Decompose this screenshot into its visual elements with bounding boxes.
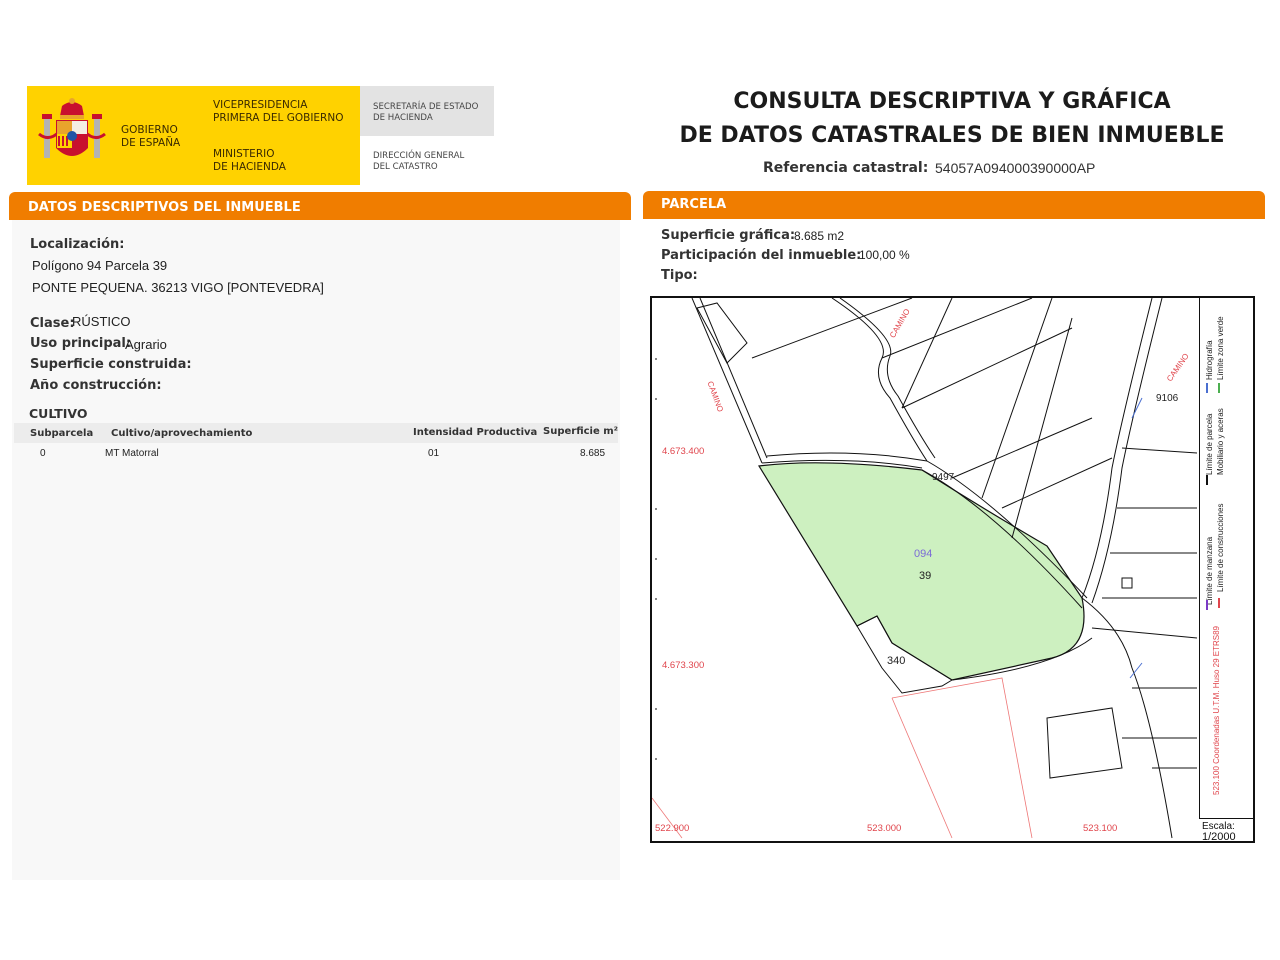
hydrography-lines <box>1129 397 1143 679</box>
vice-line-1: VICEPRESIDENCIA <box>213 99 308 111</box>
document-title-line-1: CONSULTA DESCRIPTIVA Y GRÁFICA <box>733 89 1171 114</box>
parcel-340-label: 340 <box>887 655 906 667</box>
min-line-1: MINISTERIO <box>213 148 275 160</box>
left-panel-title: DATOS DESCRIPTIVOS DEL INMUEBLE <box>28 200 301 215</box>
localizacion-label: Localización: <box>30 237 125 252</box>
vicepresidencia-label: VICEPRESIDENCIA PRIMERA DEL GOBIERNO <box>213 99 343 125</box>
gobierno-line-2: DE ESPAÑA <box>121 137 181 149</box>
parcel-9106-label: 9106 <box>1156 393 1179 404</box>
superficie-grafica-value: 8.685 m2 <box>794 229 845 243</box>
vice-line-2: PRIMERA DEL GOBIERNO <box>213 112 344 124</box>
construction-lines <box>652 677 1033 839</box>
poligono-label: 094 <box>914 548 933 560</box>
anio-construccion-label: Año construcción: <box>30 378 162 393</box>
clase-label: Clase: <box>30 316 75 331</box>
parcela-number-label: 39 <box>919 570 932 582</box>
superficie-construida-label: Superficie construida: <box>30 357 192 372</box>
secretaria-label: SECRETARÍA DE ESTADO DE HACIENDA <box>373 102 478 124</box>
dg-line-2: DEL CATASTRO <box>373 162 438 172</box>
localizacion-line-2: PONTE PEQUENA. 36213 VIGO [PONTEVEDRA] <box>32 280 324 295</box>
parcel-9497-label: 9497 <box>932 472 955 483</box>
ref-catastral-label: Referencia catastral: <box>763 160 929 176</box>
legend-swatches <box>1206 383 1220 610</box>
cell-cultivo: MT Matorral <box>105 448 159 459</box>
ref-catastral-value: 54057A094000390000AP <box>935 160 1096 176</box>
table-row: 0 MT Matorral 01 8.685 <box>14 443 618 463</box>
escala-value: 1/2000 <box>1202 831 1236 843</box>
tipo-label: Tipo: <box>661 268 698 283</box>
coat-of-arms-icon <box>38 98 106 158</box>
th-superficie: Superficie m² <box>543 426 619 437</box>
cultivo-heading: CULTIVO <box>29 406 88 421</box>
th-subparcela: Subparcela <box>30 428 94 439</box>
sec-line-1: SECRETARÍA DE ESTADO <box>373 102 479 112</box>
x-coord-left: 522.900 <box>655 823 690 834</box>
superficie-grafica-label: Superficie gráfica: <box>661 228 796 243</box>
th-intensidad: Intensidad Productiva <box>413 427 538 438</box>
ministerio-label: MINISTERIO DE HACIENDA <box>213 148 286 174</box>
cell-superficie: 8.685 <box>580 448 606 459</box>
scale-divider <box>1199 818 1253 819</box>
left-panel-header: DATOS DESCRIPTIVOS DEL INMUEBLE <box>9 192 631 220</box>
right-panel-header: PARCELA <box>643 191 1265 219</box>
min-line-2: DE HACIENDA <box>213 161 286 173</box>
participacion-value: 100,00 % <box>859 248 910 262</box>
clase-value: RÚSTICO <box>72 314 131 329</box>
sec-line-2: DE HACIENDA <box>373 113 433 123</box>
localizacion-line-1: Polígono 94 Parcela 39 <box>32 258 168 273</box>
y-coord-top: 4.673.400 <box>662 446 705 457</box>
legend-divider <box>1199 298 1200 818</box>
right-panel-title: PARCELA <box>661 197 727 212</box>
th-cultivo: Cultivo/aprovechamiento <box>111 428 253 439</box>
uso-principal-label: Uso principal: <box>30 336 132 351</box>
gobierno-label: GOBIERNO DE ESPAÑA <box>121 124 180 150</box>
direccion-general-label: DIRECCIÓN GENERAL DEL CATASTRO <box>373 151 464 173</box>
uso-principal-value: Agrario <box>125 337 167 352</box>
participacion-label: Participación del inmueble: <box>661 248 862 263</box>
y-coord-bottom: 4.673.300 <box>662 660 705 671</box>
x-coord-mid: 523.000 <box>867 823 902 834</box>
cell-subparcela: 0 <box>40 448 46 459</box>
document-title-line-2: DE DATOS CATASTRALES DE BIEN INMUEBLE <box>679 123 1225 148</box>
legend-coordinates: 523.100 Coordenadas U.T.M. Huso 29 ETRS8… <box>1212 626 1221 795</box>
dg-line-1: DIRECCIÓN GENERAL <box>373 151 465 161</box>
gobierno-line-1: GOBIERNO <box>121 124 178 136</box>
cell-intensidad: 01 <box>428 448 440 459</box>
x-coord-right: 523.100 <box>1083 823 1118 834</box>
